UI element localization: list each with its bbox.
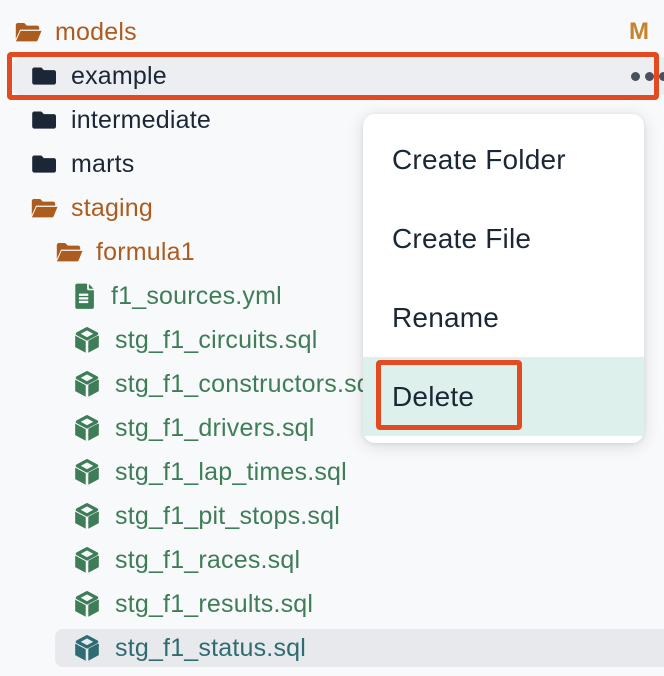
tree-item-label: stg_f1_races.sql: [115, 546, 300, 575]
tree-item-stg-f1-status-sql[interactable]: stg_f1_status.sql A: [0, 626, 664, 670]
folder-closed-icon: [30, 152, 58, 176]
context-menu: Create FolderCreate FileRenameDelete: [363, 114, 644, 443]
tree-item-label: stg_f1_drivers.sql: [115, 414, 315, 443]
tree-item-models[interactable]: models M: [0, 10, 664, 54]
git-status-badge: M: [626, 18, 652, 46]
model-cube-icon: [72, 369, 102, 399]
tree-item-label: stg_f1_pit_stops.sql: [115, 502, 340, 531]
model-cube-icon: [72, 325, 102, 355]
tree-item-label: marts: [71, 150, 135, 179]
folder-open-icon: [55, 240, 83, 264]
folder-closed-icon: [30, 64, 58, 88]
context-menu-item-rename[interactable]: Rename: [363, 278, 644, 357]
model-cube-icon: [72, 589, 102, 619]
folder-open-icon: [30, 196, 58, 220]
tree-item-label: stg_f1_status.sql: [115, 634, 306, 663]
tree-item-label: staging: [71, 194, 153, 223]
tree-item-label: stg_f1_constructors.sql: [115, 370, 377, 399]
yaml-file-icon: [72, 281, 98, 311]
tree-item-stg-f1-lap-times-sql[interactable]: stg_f1_lap_times.sql A: [0, 450, 664, 494]
tree-item-label: stg_f1_circuits.sql: [115, 326, 318, 355]
tree-item-stg-f1-races-sql[interactable]: stg_f1_races.sql A: [0, 538, 664, 582]
ellipsis-menu-icon[interactable]: [631, 72, 664, 81]
tree-item-label: example: [71, 62, 167, 91]
context-menu-item-create-file[interactable]: Create File: [363, 199, 644, 278]
tree-item-stg-f1-pit-stops-sql[interactable]: stg_f1_pit_stops.sql A: [0, 494, 664, 538]
tree-item-label: stg_f1_lap_times.sql: [115, 458, 347, 487]
tree-item-stg-f1-results-sql[interactable]: stg_f1_results.sql A: [0, 582, 664, 626]
model-cube-icon: [72, 501, 102, 531]
model-cube-icon: [72, 413, 102, 443]
tree-item-label: intermediate: [71, 106, 211, 135]
folder-closed-icon: [30, 108, 58, 132]
model-cube-icon: [72, 545, 102, 575]
tree-item-label: models: [55, 18, 137, 47]
model-cube-icon: [72, 633, 102, 663]
tree-item-label: f1_sources.yml: [111, 282, 282, 311]
tree-item-label: stg_f1_results.sql: [115, 590, 313, 619]
folder-open-icon: [14, 20, 42, 44]
tree-item-label: formula1: [96, 238, 195, 267]
model-cube-icon: [72, 457, 102, 487]
context-menu-item-create-folder[interactable]: Create Folder: [363, 120, 644, 199]
tree-item-example[interactable]: example: [0, 54, 664, 98]
context-menu-item-delete[interactable]: Delete: [363, 357, 644, 436]
